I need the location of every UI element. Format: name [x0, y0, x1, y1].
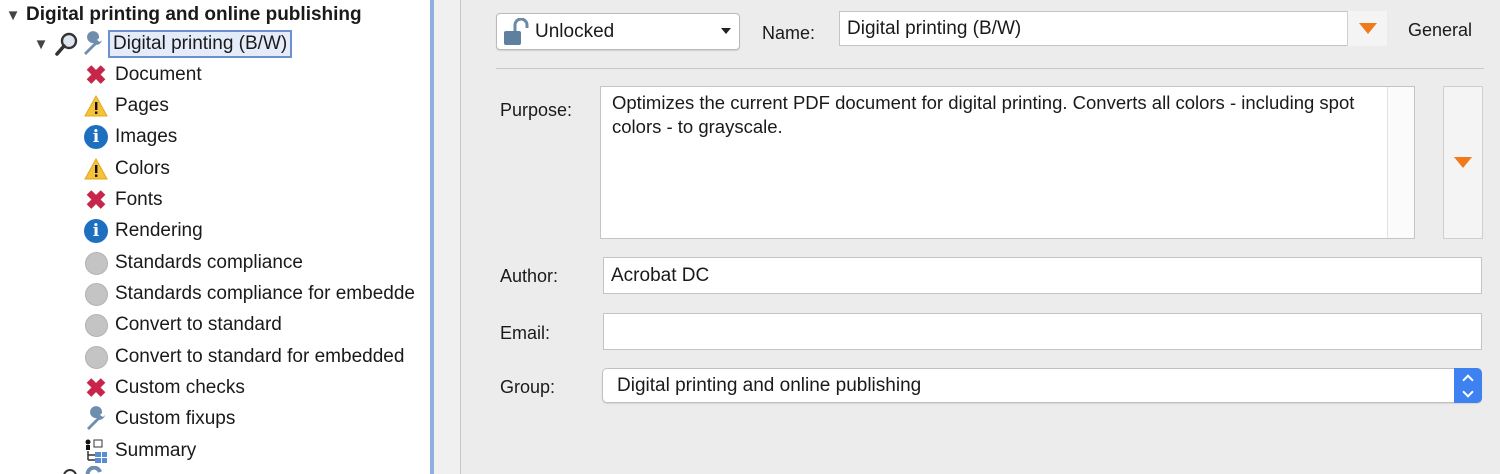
tree-item-standards-compliance-embedded[interactable]: Standards compliance for embedde [82, 279, 415, 309]
disclosure-triangle-icon[interactable]: ▼ [4, 7, 22, 24]
tree-item-label: Convert to standard for embedded [115, 346, 405, 367]
tree-item-colors[interactable]: Colors [82, 154, 170, 184]
info-icon: i [82, 218, 110, 244]
tree-item-label: Custom fixups [115, 408, 236, 429]
warning-icon [82, 93, 110, 119]
tree-item-convert-to-standard[interactable]: Convert to standard [82, 310, 282, 340]
tree-root-group[interactable]: ▼ Digital printing and online publishing [4, 0, 362, 30]
error-x-icon: ✖ [85, 185, 107, 215]
tree-root-label: Digital printing and online publishing [26, 4, 362, 25]
tree-item-label: Fonts [115, 189, 163, 210]
tree-item-label: Document [115, 64, 202, 85]
summary-tree-icon [82, 438, 110, 464]
name-field[interactable]: Digital printing (B/W) [839, 11, 1387, 46]
purpose-value: Optimizes the current PDF document for d… [612, 92, 1355, 137]
lock-state-value: Unlocked [535, 20, 615, 42]
tree-item-rendering[interactable]: i Rendering [82, 216, 203, 246]
purpose-menu-button[interactable] [1443, 86, 1483, 239]
tree-item-summary[interactable]: Summary [82, 436, 196, 466]
tree-item-fonts[interactable]: ✖ Fonts [82, 185, 163, 215]
tree-item-label: Standards compliance for embedde [115, 283, 415, 304]
wrench-icon [84, 31, 102, 55]
author-label: Author: [500, 266, 559, 286]
tree-item-label: Convert to standard [115, 314, 282, 335]
info-icon: i [82, 124, 110, 150]
tree-item-label: Custom checks [115, 377, 245, 398]
unlocked-padlock-icon [501, 17, 529, 45]
name-label: Name: [762, 23, 816, 43]
tree-preset-row[interactable]: ▼ Digital printing (B/W) [32, 29, 293, 59]
group-label: Group: [500, 377, 556, 397]
inactive-dot-icon [82, 344, 110, 370]
error-x-icon: ✖ [85, 373, 107, 403]
tree-item-label: Colors [115, 158, 170, 179]
author-field[interactable]: Acrobat DC [603, 257, 1482, 294]
dropdown-caret-icon [721, 28, 731, 34]
wrench-icon [82, 406, 110, 432]
magnifier-icon [55, 32, 78, 56]
purpose-label: Purpose: [500, 100, 573, 120]
disclosure-triangle-icon[interactable]: ▼ [32, 36, 50, 53]
inactive-dot-icon [82, 250, 110, 276]
tree-item-custom-checks[interactable]: ✖ Custom checks [82, 373, 245, 403]
name-value: Digital printing (B/W) [847, 17, 1022, 39]
email-field[interactable] [603, 313, 1482, 350]
tree-item-convert-to-standard-embedded[interactable]: Convert to standard for embedded [82, 342, 404, 372]
purpose-scrollbar[interactable] [1387, 87, 1414, 238]
tree-item-label: Standards compliance [115, 252, 303, 273]
author-value: Acrobat DC [611, 264, 710, 286]
tree-item-label: Rendering [115, 220, 203, 241]
pane-gutter [434, 0, 461, 474]
profile-properties-panel: Unlocked Name: Digital printing (B/W) Ge… [461, 0, 1500, 474]
general-section-label: General [1408, 20, 1473, 40]
error-x-icon: ✖ [85, 60, 107, 90]
orange-triangle-icon [1358, 23, 1377, 34]
next-preset-icons-partial [63, 466, 102, 474]
tree-item-label: Images [115, 126, 178, 147]
group-value: Digital printing and online publishing [617, 374, 922, 396]
tree-item-standards-compliance[interactable]: Standards compliance [82, 248, 303, 278]
inactive-dot-icon [82, 312, 110, 338]
group-select[interactable]: Digital printing and online publishing [602, 368, 1482, 403]
warning-icon [82, 156, 110, 182]
name-menu-button[interactable] [1347, 11, 1387, 46]
tree-item-images[interactable]: i Images [82, 122, 177, 152]
tree-item-pages[interactable]: Pages [82, 91, 169, 121]
tree-item-custom-fixups[interactable]: Custom fixups [82, 404, 235, 434]
separator [496, 68, 1484, 69]
tree-item-label: Summary [115, 440, 197, 461]
tree-preset-label: Digital printing (B/W) [108, 30, 293, 58]
tree-item-label: Pages [115, 95, 169, 116]
purpose-textarea[interactable]: Optimizes the current PDF document for d… [600, 86, 1415, 239]
select-stepper-icon[interactable] [1454, 368, 1482, 403]
lock-state-dropdown[interactable]: Unlocked [496, 13, 740, 50]
orange-triangle-icon [1454, 157, 1472, 168]
email-label: Email: [500, 323, 551, 343]
inactive-dot-icon [82, 281, 110, 307]
profile-tree: ▼ Digital printing and online publishing… [0, 0, 430, 474]
tree-item-document[interactable]: ✖ Document [82, 60, 202, 90]
